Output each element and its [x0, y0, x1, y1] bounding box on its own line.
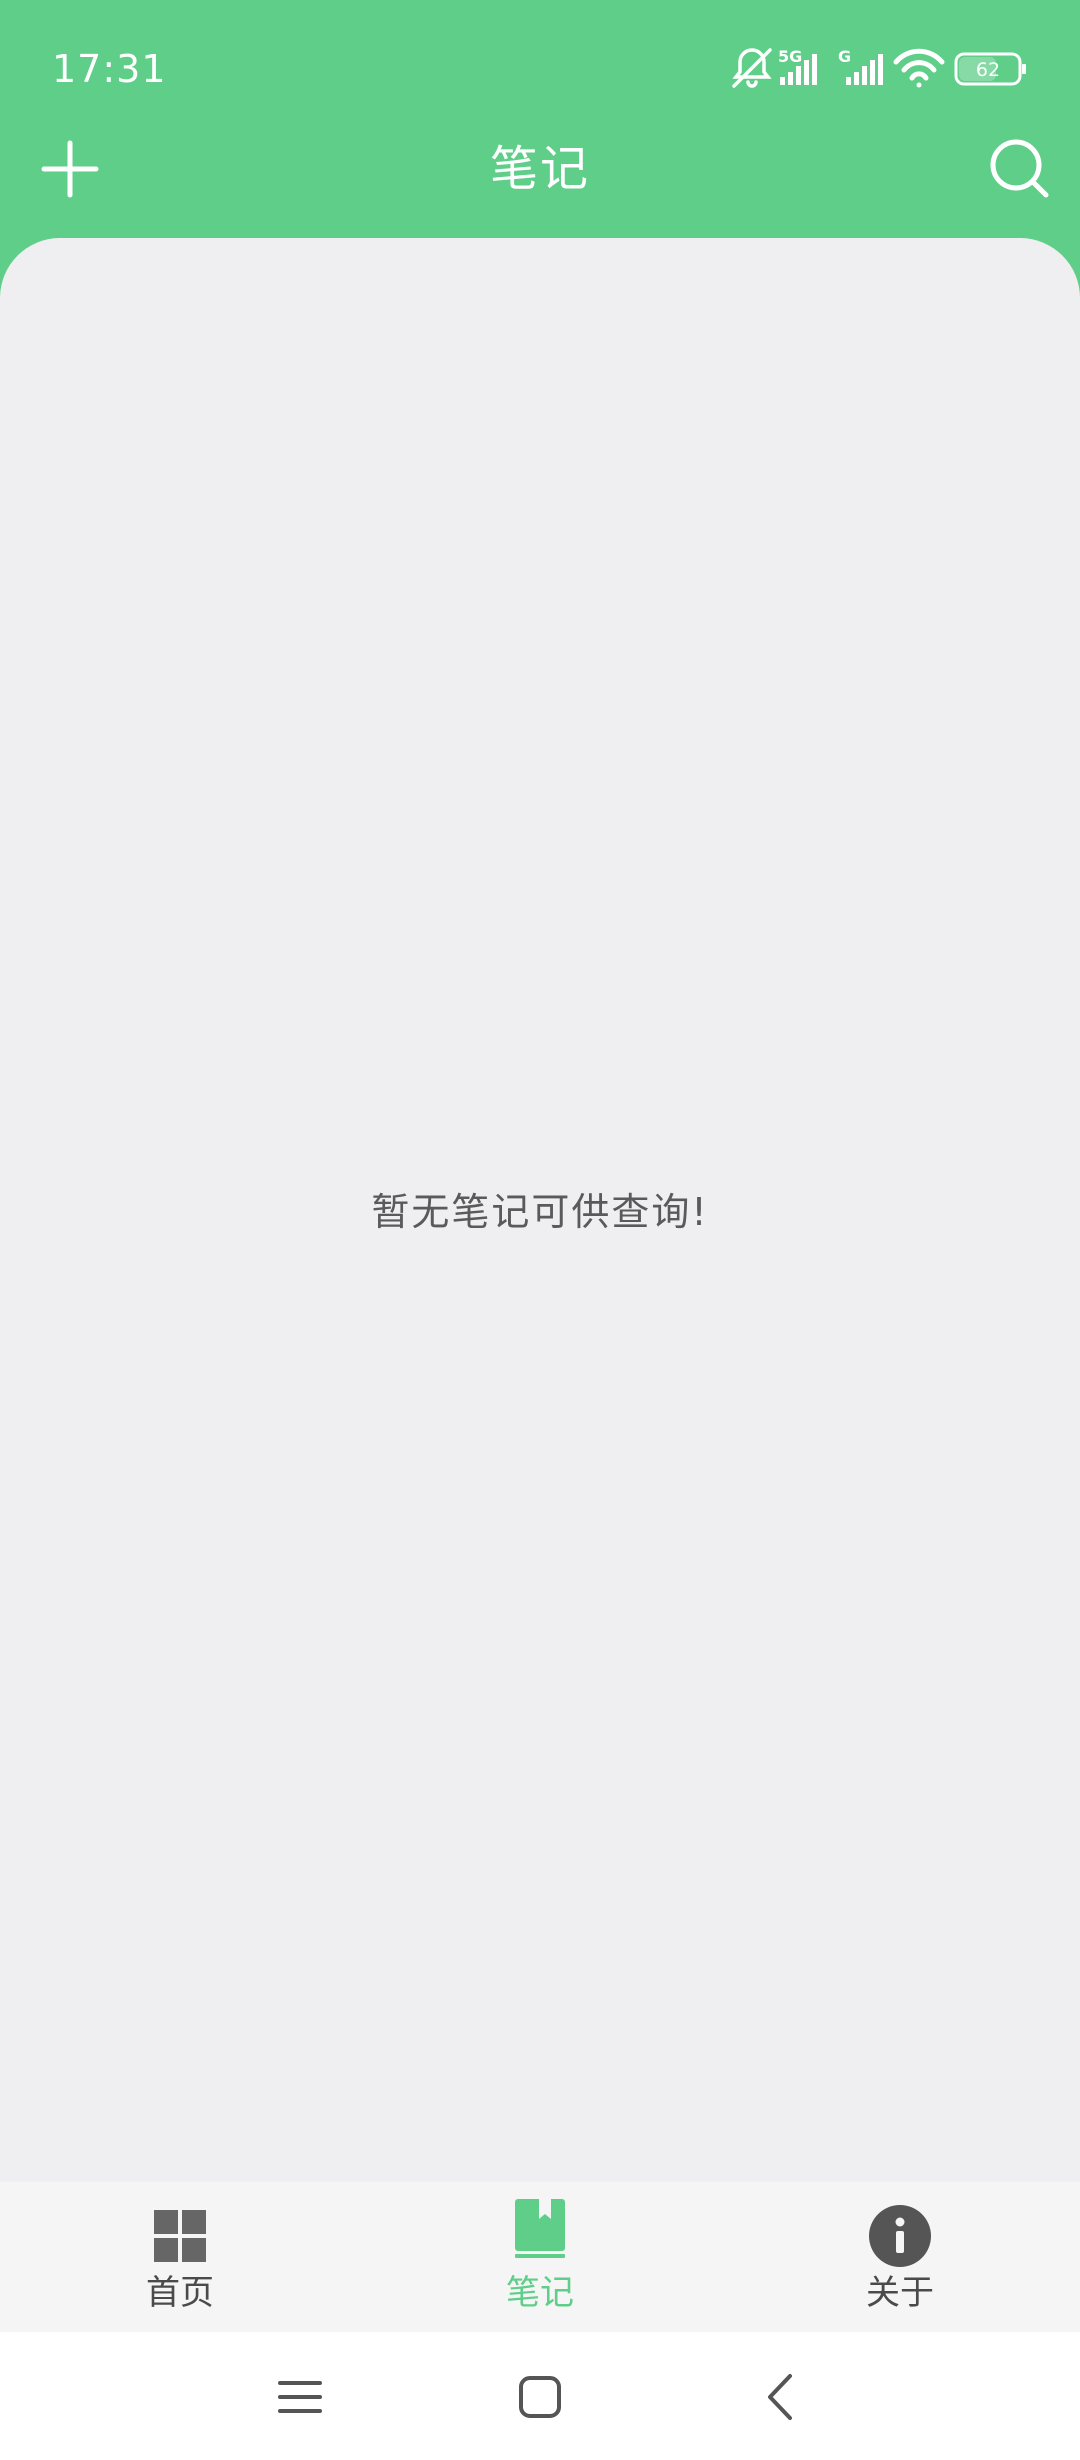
bottom-nav: 首页 笔记 关于: [0, 2182, 1080, 2332]
svg-text:62: 62: [976, 59, 1000, 81]
system-back-button[interactable]: [745, 2362, 815, 2432]
grid-icon: [154, 2210, 206, 2262]
signal-5g-icon: 5G: [778, 47, 817, 85]
svg-text:G: G: [838, 47, 851, 66]
home-icon: [519, 2376, 561, 2418]
system-menu-button[interactable]: [265, 2362, 335, 2432]
back-icon: [768, 2374, 792, 2420]
battery-icon: 62: [954, 52, 1026, 86]
wifi-icon: [893, 48, 945, 88]
status-time: 17:31: [52, 47, 167, 91]
nav-item-about[interactable]: 关于: [720, 2182, 1080, 2332]
nav-label-notes: 笔记: [506, 2273, 574, 2313]
status-icons: 5G G 62: [730, 44, 1040, 94]
empty-state-message: 暂无笔记可供查询!: [371, 1190, 709, 1234]
menu-icon: [278, 2381, 322, 2413]
nav-item-home[interactable]: 首页: [0, 2182, 360, 2332]
nav-label-home: 首页: [146, 2273, 214, 2313]
search-button[interactable]: [980, 131, 1060, 207]
page-title: 笔记: [489, 141, 590, 197]
system-nav-bar: [0, 2332, 1080, 2460]
status-bar: 17:31 5G G 62: [0, 0, 1080, 135]
nav-item-notes[interactable]: 笔记: [360, 2182, 720, 2332]
signal-g-icon: G: [838, 47, 883, 85]
system-home-button[interactable]: [505, 2362, 575, 2432]
app-header: 笔记: [0, 135, 1080, 240]
nav-label-about: 关于: [866, 2273, 934, 2313]
notes-content-area: 暂无笔记可供查询!: [0, 238, 1080, 2182]
bell-muted-icon: [732, 48, 772, 88]
notebook-icon: [515, 2199, 565, 2258]
svg-text:5G: 5G: [778, 47, 802, 66]
search-icon: [990, 139, 1049, 198]
info-icon: [869, 2205, 931, 2267]
